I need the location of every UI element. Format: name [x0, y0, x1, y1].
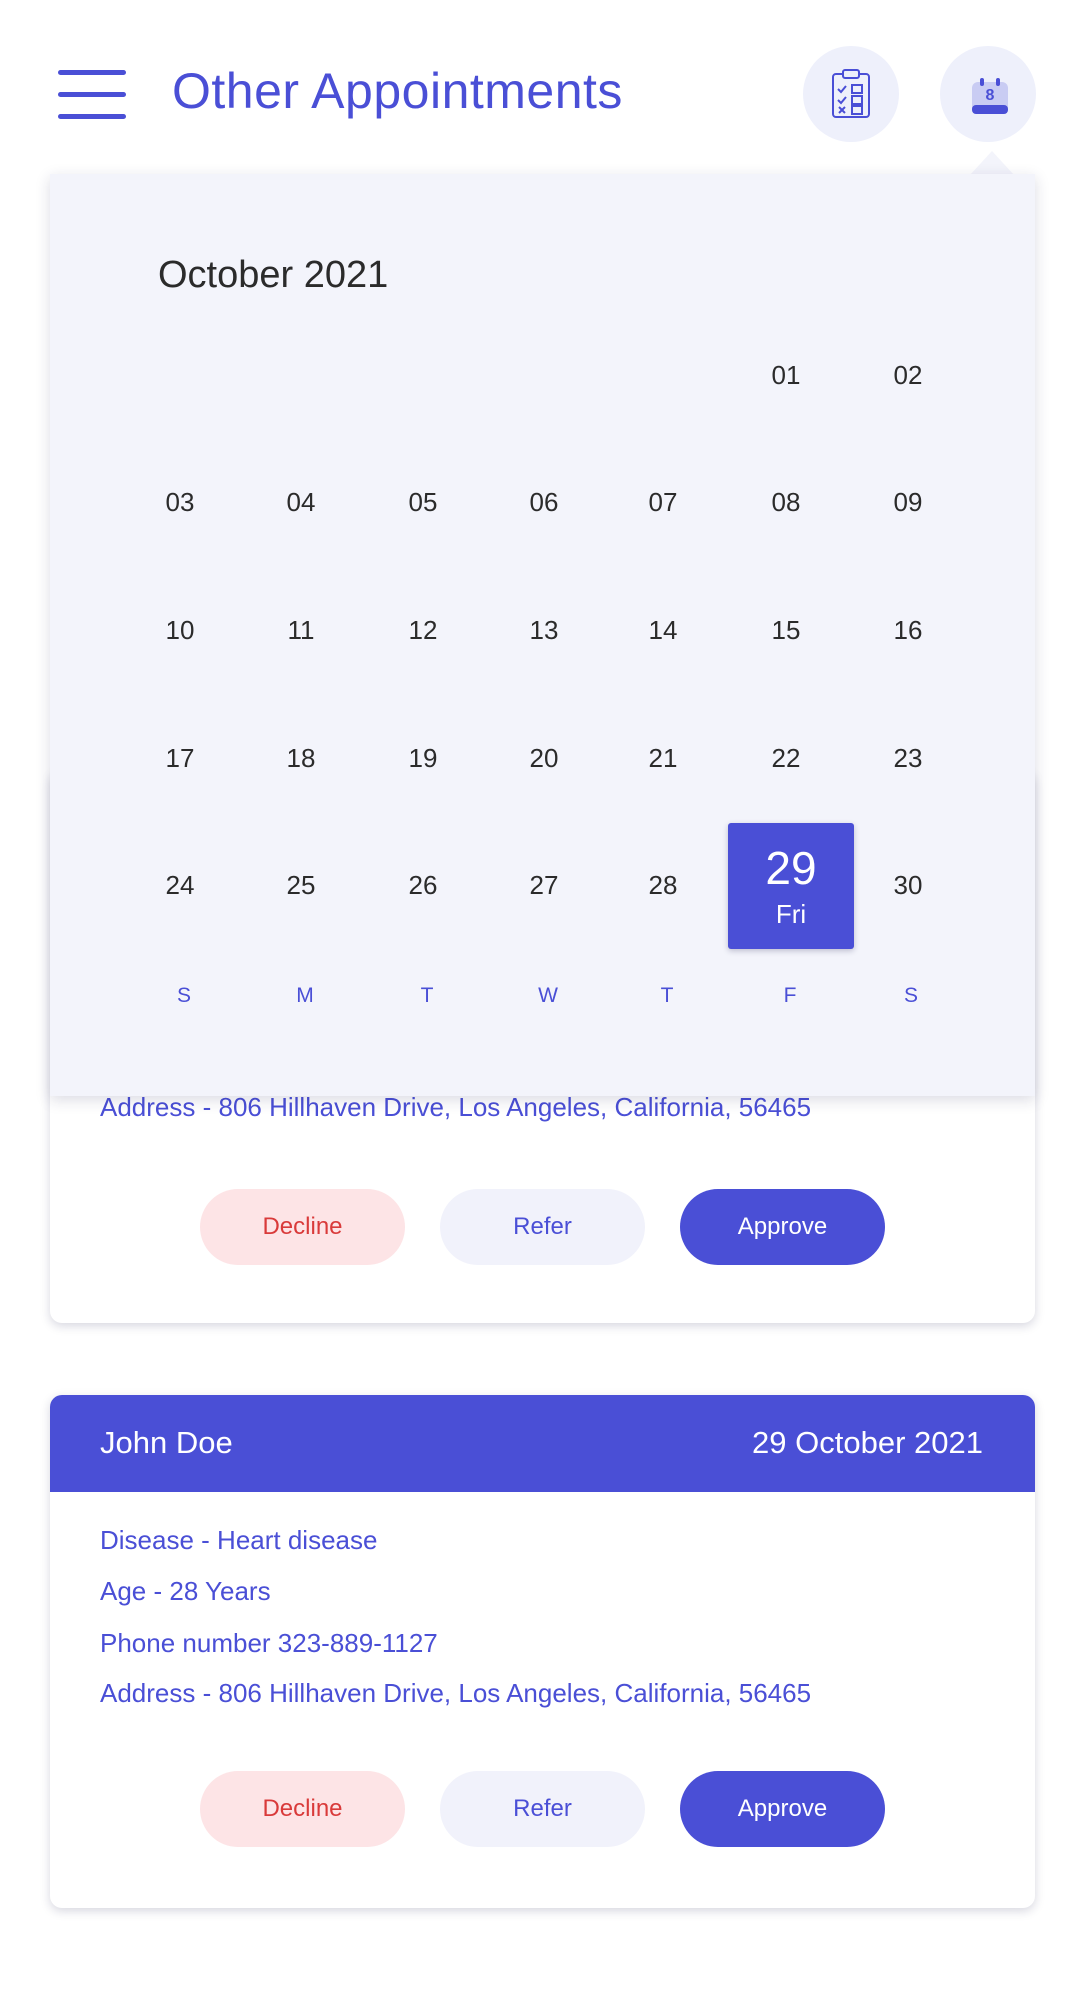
appointment-card-header: John Doe 29 October 2021 — [50, 1395, 1035, 1492]
calendar-day[interactable]: 12 — [363, 610, 483, 650]
calendar-day[interactable]: 08 — [726, 482, 846, 522]
calendar-day[interactable]: 18 — [241, 738, 361, 778]
weekday-label: T — [660, 984, 674, 1007]
calendar-day[interactable]: 11 — [241, 610, 361, 650]
menu-button[interactable] — [58, 70, 128, 120]
patient-disease: Disease - Heart disease — [100, 1525, 378, 1555]
calendar-day[interactable]: 10 — [120, 610, 240, 650]
calendar-day[interactable]: 23 — [848, 738, 968, 778]
calendar-day[interactable]: 03 — [120, 482, 240, 522]
calendar-day[interactable]: 24 — [120, 865, 240, 905]
page-title: Other Appointments — [172, 63, 623, 119]
calendar-day[interactable]: 20 — [484, 738, 604, 778]
calendar-day[interactable]: 06 — [484, 482, 604, 522]
calendar-day-badge: 8 — [985, 87, 995, 104]
calendar-day[interactable]: 14 — [603, 610, 723, 650]
decline-button[interactable]: Decline — [200, 1189, 405, 1265]
calendar-day[interactable]: 09 — [848, 482, 968, 522]
calendar-day[interactable]: 22 — [726, 738, 846, 778]
calendar-day[interactable]: 16 — [848, 610, 968, 650]
decline-button[interactable]: Decline — [200, 1771, 405, 1847]
calendar-day[interactable]: 17 — [120, 738, 240, 778]
weekday-label: F — [783, 984, 797, 1007]
clipboard-checklist-icon — [832, 69, 870, 118]
calendar-day[interactable]: 28 — [603, 865, 723, 905]
calendar-day[interactable]: 30 — [848, 865, 968, 905]
appointment-date: 29 October 2021 — [752, 1425, 983, 1460]
weekday-label: M — [296, 984, 314, 1007]
calendar-month-label: October 2021 — [158, 254, 389, 296]
weekday-label: T — [420, 984, 434, 1007]
approve-button[interactable]: Approve — [680, 1771, 885, 1847]
refer-button[interactable]: Refer — [440, 1189, 645, 1265]
calendar-day[interactable]: 04 — [241, 482, 361, 522]
patient-address: Address - 806 Hillhaven Drive, Los Angel… — [100, 1678, 812, 1708]
hamburger-line — [58, 70, 126, 75]
calendar-popup: October 2021 01 02 03 04 05 06 07 08 09 10 11 12 13 1… — [50, 174, 1035, 1096]
calendar-button[interactable]: 8 — [940, 46, 1036, 142]
tasks-button[interactable] — [803, 46, 899, 142]
calendar-day[interactable]: 26 — [363, 865, 483, 905]
calendar-day[interactable]: 01 — [726, 355, 846, 395]
patient-phone: Phone number 323-889-1127 — [100, 1628, 438, 1658]
weekday-label: S — [176, 984, 191, 1007]
selected-day-number: 29 — [765, 842, 817, 894]
calendar-icon: 8 — [971, 77, 1009, 115]
patient-address: Address - 806 Hillhaven Drive, Los Angel… — [100, 1092, 812, 1122]
approve-button[interactable]: Approve — [680, 1189, 885, 1265]
hamburger-line — [58, 114, 126, 119]
patient-age: Age - 28 Years — [100, 1576, 271, 1606]
hamburger-line — [58, 92, 126, 97]
appointment-card: John Doe 29 October 2021 Disease - Heart… — [50, 1395, 1035, 1908]
calendar-day[interactable]: 02 — [848, 355, 968, 395]
calendar-popup-caret — [970, 151, 1014, 175]
weekday-label: S — [903, 984, 918, 1007]
calendar-day-selected[interactable]: 29 Fri — [728, 823, 854, 949]
selected-day-weekday: Fri — [775, 899, 807, 929]
calendar-day[interactable]: 13 — [484, 610, 604, 650]
calendar-day[interactable]: 25 — [241, 865, 361, 905]
patient-name: John Doe — [100, 1425, 233, 1460]
calendar-day[interactable]: 19 — [363, 738, 483, 778]
refer-button[interactable]: Refer — [440, 1771, 645, 1847]
calendar-day[interactable]: 21 — [603, 738, 723, 778]
calendar-day[interactable]: 15 — [726, 610, 846, 650]
calendar-day[interactable]: 07 — [603, 482, 723, 522]
calendar-day[interactable]: 05 — [363, 482, 483, 522]
calendar-day[interactable]: 27 — [484, 865, 604, 905]
weekday-label: W — [538, 984, 558, 1007]
